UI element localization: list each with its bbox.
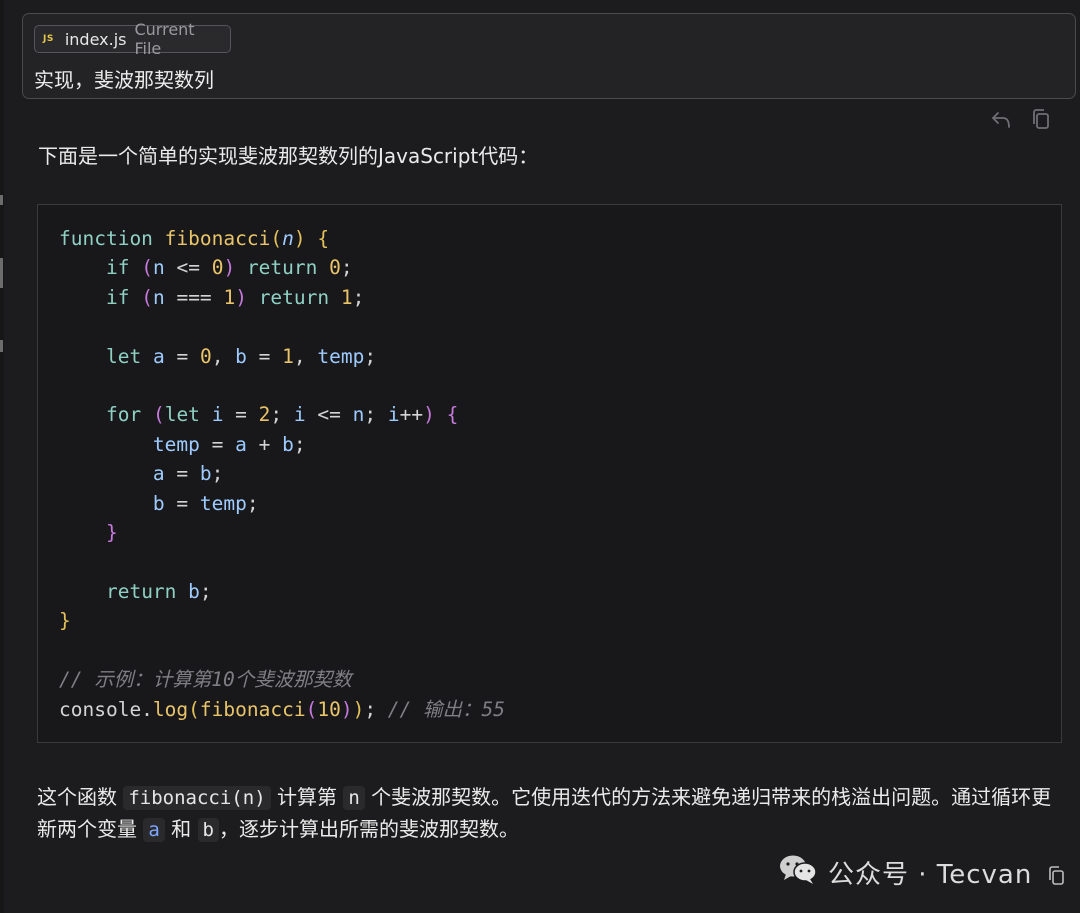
explain-text: 计算第 [277, 785, 337, 809]
edge-marker [0, 258, 3, 288]
explain-text: 和 [171, 817, 192, 841]
edge-marker [0, 340, 3, 352]
current-file-chip[interactable]: JS index.js Current File [34, 20, 231, 58]
watermark-text: 公众号 · Tecvan [828, 860, 1033, 890]
watermark: 公众号 · Tecvan [778, 853, 1032, 892]
js-file-icon: JS [43, 34, 54, 44]
response-intro: 下面是一个简单的实现斐波那契数列的JavaScript代码： [38, 144, 539, 168]
wechat-icon [778, 853, 818, 892]
inline-code-n: n [343, 786, 365, 810]
left-edge-strip [0, 0, 4, 913]
message-actions [990, 108, 1052, 130]
copy-icon-small[interactable] [1047, 866, 1067, 890]
inline-code-a: a [143, 818, 165, 842]
prompt-text: 实现，斐波那契数列 [34, 68, 214, 92]
explain-text: 这个函数 [37, 785, 117, 809]
inline-code-b: b [197, 818, 219, 842]
copy-icon[interactable] [1030, 108, 1052, 130]
file-tag: Current File [134, 20, 195, 58]
file-name: index.js [64, 29, 127, 49]
explain-text: ，逐步计算出所需的斐波那契数。 [218, 817, 519, 841]
undo-icon[interactable] [990, 108, 1012, 130]
code-content: function fibonacci(n) { if (n <= 0) retu… [59, 227, 505, 721]
code-block[interactable]: function fibonacci(n) { if (n <= 0) retu… [37, 204, 1062, 743]
user-prompt-box[interactable]: JS index.js Current File 实现，斐波那契数列 [22, 13, 1076, 99]
response-explanation: 这个函数 fibonacci(n) 计算第 n 个斐波那契数。它使用迭代的方法来… [37, 782, 1067, 846]
inline-code-fibonacci: fibonacci(n) [123, 786, 271, 810]
edge-marker [0, 195, 3, 205]
